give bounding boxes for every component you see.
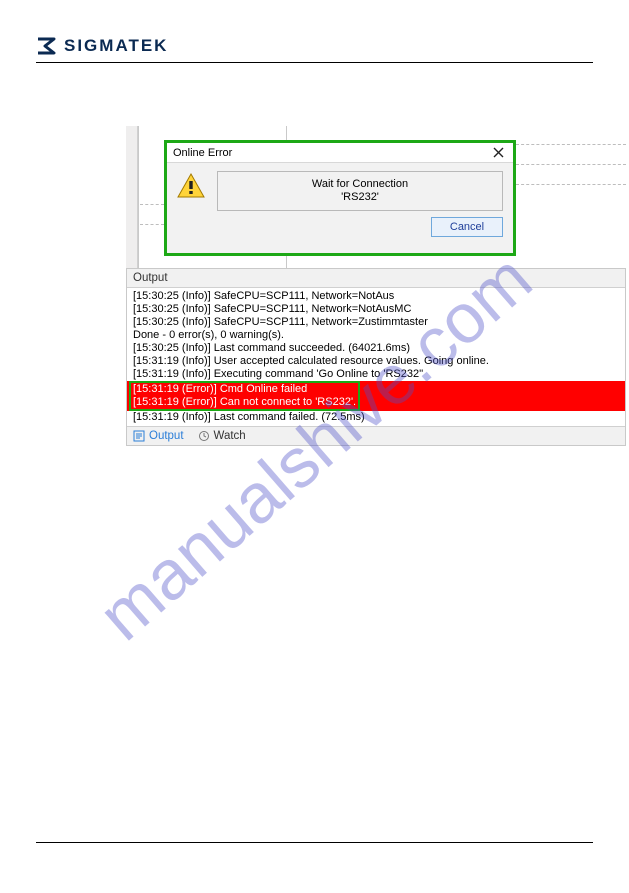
output-log: [15:30:25 (Info)] SafeCPU=SCP111, Networ… (127, 288, 625, 426)
tab-output-label: Output (149, 430, 184, 442)
sigma-icon (36, 37, 58, 55)
output-panel: Output [15:30:25 (Info)] SafeCPU=SCP111,… (126, 268, 626, 446)
log-line: [15:30:25 (Info)] SafeCPU=SCP111, Networ… (131, 303, 621, 316)
log-error-line: [15:31:19 (Error)] Can not connect to 'R… (133, 396, 356, 408)
brand-name: SIGMATEK (64, 36, 168, 56)
dialog-message-group: Wait for Connection 'RS232' (217, 171, 503, 211)
log-line: [15:30:25 (Info)] SafeCPU=SCP111, Networ… (131, 316, 621, 329)
cancel-button[interactable]: Cancel (431, 217, 503, 237)
output-tab-icon (133, 430, 145, 442)
tab-watch-label: Watch (214, 430, 246, 442)
watch-tab-icon (198, 430, 210, 442)
tab-output[interactable]: Output (133, 430, 184, 442)
app-screenshot: Online Error Wait for Connection 'RS232' (126, 126, 626, 458)
log-error-row: [15:31:19 (Error)] Cmd Online failed [15… (127, 381, 625, 411)
tab-watch[interactable]: Watch (198, 430, 246, 442)
log-line: [15:31:19 (Info)] Last command failed. (… (131, 411, 621, 424)
log-line: [15:30:25 (Info)] SafeCPU=SCP111, Networ… (131, 290, 621, 303)
dialog-titlebar: Online Error (167, 143, 513, 163)
log-line: [15:31:19 (Info)] User accepted calculat… (131, 355, 621, 368)
sigmatek-logo: SIGMATEK (36, 36, 168, 56)
output-tab-strip: Output Watch (127, 426, 625, 445)
dialog-title: Online Error (173, 147, 487, 159)
log-line: Done - 0 error(s), 0 warning(s). (131, 329, 621, 342)
log-line: [15:30:25 (Info)] Last command succeeded… (131, 342, 621, 355)
output-panel-title: Output (127, 269, 625, 288)
page-header: SIGMATEK (36, 36, 593, 63)
log-error-line: [15:31:19 (Error)] Cmd Online failed (133, 383, 307, 395)
dialog-message-line2: 'RS232' (226, 191, 494, 204)
online-error-dialog: Online Error Wait for Connection 'RS232' (164, 140, 516, 256)
footer-rule (36, 842, 593, 843)
close-icon[interactable] (487, 145, 509, 161)
highlighted-error-block: [15:31:19 (Error)] Cmd Online failed [15… (129, 381, 360, 411)
warning-icon (177, 171, 207, 202)
log-line: [15:31:19 (Info)] Executing command 'Go … (131, 368, 621, 381)
dialog-message-line1: Wait for Connection (226, 178, 494, 191)
